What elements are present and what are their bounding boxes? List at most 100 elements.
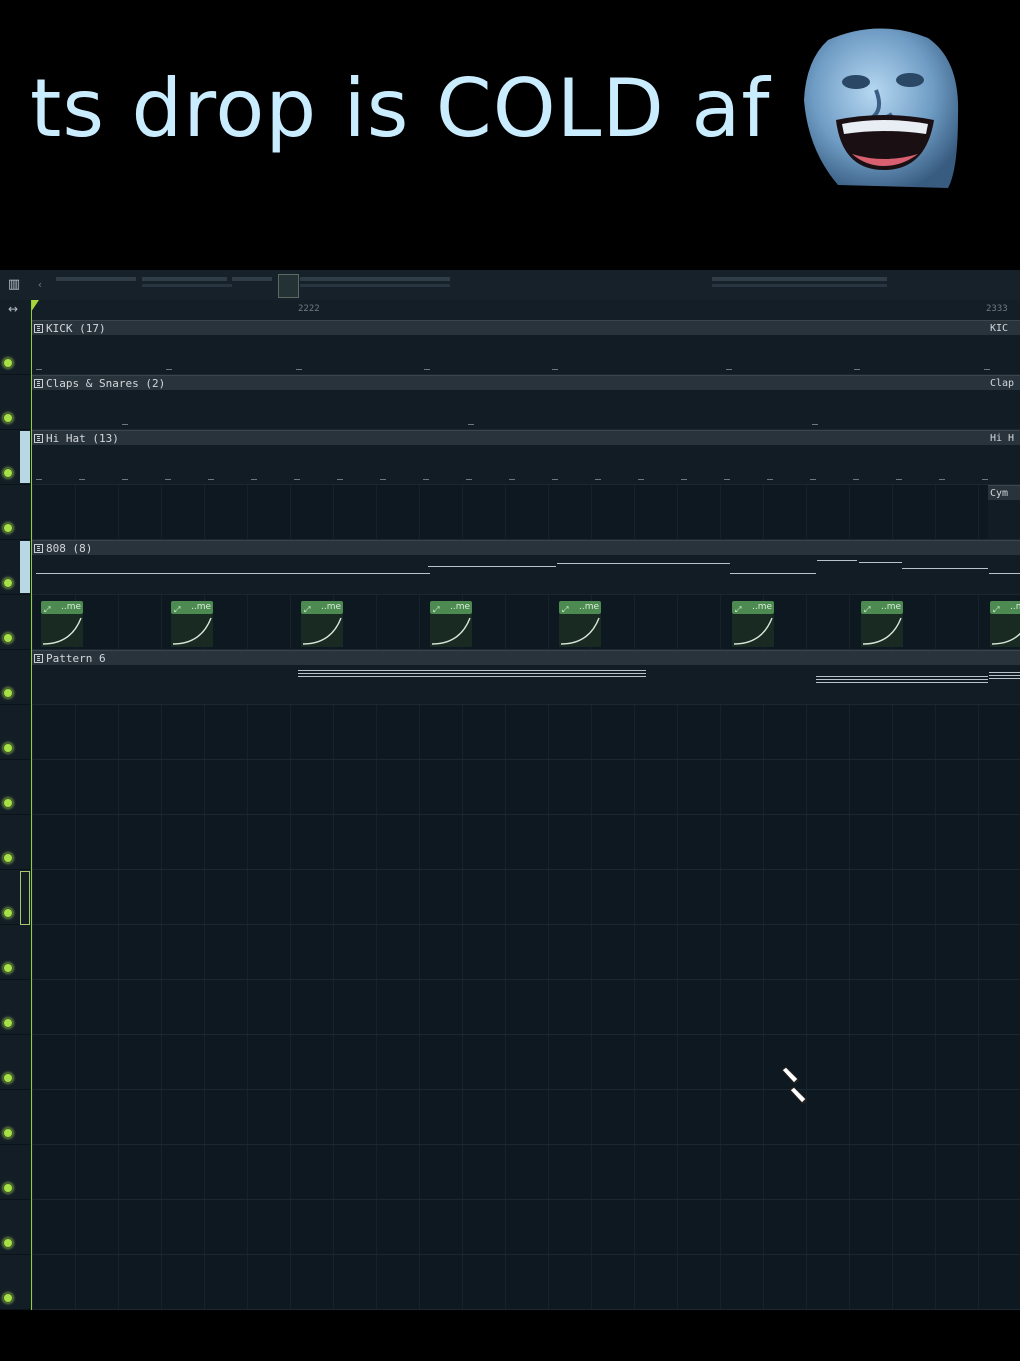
track-header-column bbox=[0, 320, 32, 1310]
track-header[interactable] bbox=[0, 650, 31, 705]
pattern-clip-header[interactable]: Pattern 6 bbox=[32, 650, 1020, 666]
track-header[interactable] bbox=[0, 925, 31, 980]
note-preview bbox=[165, 479, 171, 480]
note-preview bbox=[989, 675, 1020, 676]
track-enable-led[interactable] bbox=[3, 798, 13, 808]
note-preview bbox=[989, 573, 1020, 574]
note-preview bbox=[294, 479, 300, 480]
automation-clip[interactable]: ⤢..me bbox=[38, 595, 84, 649]
playhead-line bbox=[31, 300, 32, 1310]
note-preview bbox=[166, 369, 172, 370]
track-header[interactable] bbox=[0, 320, 31, 375]
track-header[interactable] bbox=[0, 815, 31, 870]
snap-icon[interactable]: ▥ bbox=[3, 276, 25, 294]
track-enable-led[interactable] bbox=[3, 523, 13, 533]
time-ruler[interactable]: ↔ 2222 2333 bbox=[0, 300, 1020, 321]
meme-caption: ts drop is COLD af bbox=[30, 62, 771, 155]
pattern-clip-header[interactable]: KICK (17) KIC bbox=[32, 320, 1020, 336]
note-preview bbox=[726, 369, 732, 370]
playlist-lanes[interactable]: KICK (17) KIC Claps & Snares (2) Clap Hi Hat… bbox=[32, 320, 1020, 1310]
note-preview bbox=[468, 424, 474, 425]
track-enable-led[interactable] bbox=[3, 853, 13, 863]
left-arrow-icon[interactable]: ‹ bbox=[32, 276, 48, 294]
track-header[interactable] bbox=[0, 485, 31, 540]
automation-clip-label: ..me bbox=[60, 602, 81, 612]
track-header[interactable] bbox=[0, 705, 31, 760]
automation-clip[interactable]: ⤢..me bbox=[858, 595, 904, 649]
pattern-clip-body[interactable] bbox=[32, 335, 1020, 374]
track-enable-led[interactable] bbox=[3, 1183, 13, 1193]
automation-clip-label: ..me bbox=[880, 602, 901, 612]
track-header[interactable] bbox=[0, 1255, 31, 1310]
note-preview bbox=[36, 369, 42, 370]
automation-curve bbox=[560, 617, 600, 645]
track-enable-led[interactable] bbox=[3, 1238, 13, 1248]
automation-clip[interactable]: ⤢..me bbox=[987, 595, 1020, 649]
track-enable-led[interactable] bbox=[3, 1128, 13, 1138]
note-preview bbox=[79, 479, 85, 480]
note-preview bbox=[298, 670, 646, 671]
cold-face-emoji bbox=[804, 28, 959, 188]
note-preview bbox=[989, 678, 1020, 679]
note-preview bbox=[423, 479, 429, 480]
track-enable-led[interactable] bbox=[3, 743, 13, 753]
note-preview bbox=[552, 479, 558, 480]
track-header[interactable] bbox=[0, 1035, 31, 1090]
track-enable-led[interactable] bbox=[3, 963, 13, 973]
note-preview bbox=[466, 479, 472, 480]
automation-clip[interactable]: ⤢..me bbox=[556, 595, 602, 649]
track-enable-led[interactable] bbox=[3, 468, 13, 478]
pattern-clip-header[interactable]: Hi Hat (13) Hi H bbox=[32, 430, 1020, 446]
next-clip-label: Clap bbox=[990, 378, 1015, 389]
pattern-icon bbox=[34, 324, 43, 333]
scroll-arrows-icon[interactable]: ↔ bbox=[8, 302, 18, 316]
note-preview bbox=[36, 573, 430, 574]
note-preview bbox=[810, 479, 816, 480]
track-enable-led[interactable] bbox=[3, 1018, 13, 1028]
track-header[interactable] bbox=[0, 375, 31, 430]
track-header[interactable] bbox=[0, 1090, 31, 1145]
overview-scroll-handle[interactable] bbox=[278, 274, 299, 298]
note-preview bbox=[298, 673, 646, 674]
track-enable-led[interactable] bbox=[3, 688, 13, 698]
note-preview bbox=[853, 479, 859, 480]
track-header[interactable] bbox=[0, 760, 31, 815]
track-header[interactable] bbox=[0, 1200, 31, 1255]
track-header[interactable] bbox=[0, 595, 31, 650]
pattern-icon bbox=[34, 434, 43, 443]
automation-clip[interactable]: ⤢..me bbox=[298, 595, 344, 649]
note-preview bbox=[595, 479, 601, 480]
pattern-clip-header[interactable]: Claps & Snares (2) Clap bbox=[32, 375, 1020, 391]
track-enable-led[interactable] bbox=[3, 633, 13, 643]
note-preview bbox=[896, 479, 902, 480]
automation-curve bbox=[42, 617, 82, 645]
automation-clip[interactable]: ⤢..me bbox=[168, 595, 214, 649]
track-enable-led[interactable] bbox=[3, 908, 13, 918]
pattern-icon bbox=[34, 544, 43, 553]
track-selection-indicator bbox=[20, 541, 30, 593]
automation-clip[interactable]: ⤢..me bbox=[729, 595, 775, 649]
overview-strip[interactable]: ▥ ‹ bbox=[0, 270, 1020, 301]
pattern-clip-header[interactable]: Cym bbox=[988, 485, 1020, 501]
pattern-clip-header[interactable]: 808 (8) bbox=[32, 540, 1020, 556]
note-preview bbox=[509, 479, 515, 480]
pattern-clip-body[interactable] bbox=[32, 445, 1020, 484]
note-preview bbox=[816, 682, 988, 683]
note-preview bbox=[816, 676, 988, 677]
track-enable-led[interactable] bbox=[3, 413, 13, 423]
next-clip-label: KIC bbox=[990, 323, 1009, 334]
track-header[interactable] bbox=[0, 1145, 31, 1200]
automation-clip-label: ..me bbox=[751, 602, 772, 612]
note-preview bbox=[812, 424, 818, 425]
track-enable-led[interactable] bbox=[3, 578, 13, 588]
track-header[interactable] bbox=[0, 980, 31, 1035]
pattern-clip-body[interactable] bbox=[32, 390, 1020, 429]
automation-clip[interactable]: ⤢..me bbox=[427, 595, 473, 649]
track-enable-led[interactable] bbox=[3, 358, 13, 368]
automation-clip-label: ..me bbox=[1009, 602, 1020, 612]
track-enable-led[interactable] bbox=[3, 1293, 13, 1303]
pattern-clip-body[interactable] bbox=[988, 500, 1020, 539]
playhead-marker[interactable] bbox=[31, 300, 39, 312]
pattern-clip-body[interactable] bbox=[32, 555, 1020, 594]
track-enable-led[interactable] bbox=[3, 1073, 13, 1083]
